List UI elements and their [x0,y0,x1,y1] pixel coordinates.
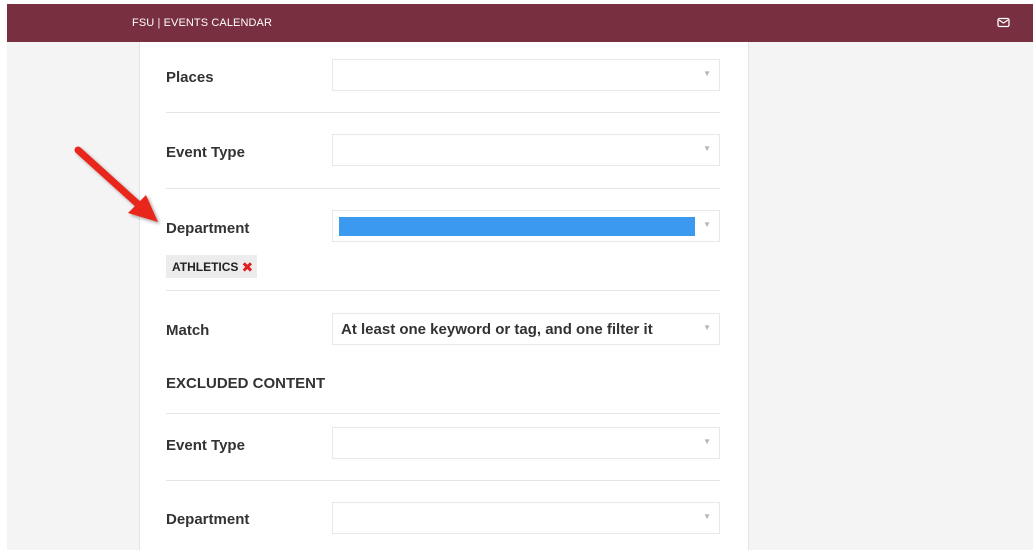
divider [166,188,720,189]
places-label: Places [166,69,214,86]
department-label: Department [166,220,250,237]
chevron-down-icon: ▼ [703,144,711,153]
site-brand-link[interactable]: FSU | EVENTS CALENDAR [132,17,272,29]
chevron-down-icon: ▼ [703,69,711,78]
excluded-department-label: Department [166,511,250,528]
filter-panel [139,42,749,550]
match-label: Match [166,322,210,339]
excluded-department-select[interactable]: ▼ [332,502,720,534]
envelope-icon[interactable] [997,17,1010,28]
places-select[interactable]: ▼ [332,59,720,91]
event-type-select[interactable]: ▼ [332,134,720,166]
chevron-down-icon: ▼ [703,220,711,229]
divider [166,112,720,113]
event-type-label: Event Type [166,144,245,161]
chevron-down-icon: ▼ [703,323,711,332]
chevron-down-icon: ▼ [703,437,711,446]
tag-label: ATHLETICS [172,259,239,274]
divider [166,290,720,291]
match-select[interactable]: At least one keyword or tag, and one fil… [332,313,720,345]
department-select[interactable]: ▼ [332,210,720,242]
selected-tag-athletics: ATHLETICS ✖ [166,255,258,278]
department-search-input[interactable] [339,217,695,236]
divider [166,413,720,414]
top-bar: FSU | EVENTS CALENDAR [7,4,1033,42]
excluded-event-type-label: Event Type [166,437,245,454]
divider [166,480,720,481]
excluded-event-type-select[interactable]: ▼ [332,427,720,459]
excluded-content-heading: EXCLUDED CONTENT [166,375,326,392]
x-icon[interactable]: ✖ [241,260,253,274]
match-select-value: At least one keyword or tag, and one fil… [341,321,653,338]
chevron-down-icon: ▼ [703,512,711,521]
red-arrow-icon [74,146,158,222]
